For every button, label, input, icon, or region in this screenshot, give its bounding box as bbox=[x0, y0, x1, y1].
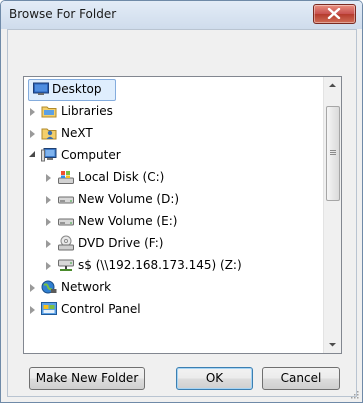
dvd-drive-icon bbox=[58, 235, 74, 251]
expand-arrow-icon[interactable] bbox=[30, 306, 35, 314]
libraries-folder-icon bbox=[41, 106, 57, 118]
expand-arrow-icon[interactable] bbox=[30, 108, 35, 116]
drive-icon bbox=[58, 196, 74, 204]
tree-item-next[interactable]: NeXT bbox=[24, 122, 324, 144]
tree-item-new-volume-d[interactable]: New Volume (D:) bbox=[24, 188, 324, 210]
close-button[interactable] bbox=[313, 4, 356, 24]
network-drive-icon bbox=[58, 259, 74, 271]
folder-tree[interactable]: Desktop Libraries NeXT Computer Local Di… bbox=[23, 76, 342, 354]
expand-arrow-icon[interactable] bbox=[30, 130, 35, 138]
tree-item-desktop[interactable]: Desktop bbox=[24, 78, 324, 101]
chevron-up-icon bbox=[329, 83, 336, 87]
tree-item-label: NeXT bbox=[61, 126, 93, 140]
tree-item-label: New Volume (D:) bbox=[78, 192, 180, 206]
tree-item-label: Computer bbox=[61, 148, 121, 162]
grip-line bbox=[330, 150, 336, 151]
browse-for-folder-dialog: Browse For Folder Desktop Libraries NeXT… bbox=[0, 0, 363, 403]
network-icon bbox=[41, 280, 57, 294]
tree-item-local-disk-c[interactable]: Local Disk (C:) bbox=[24, 166, 324, 188]
chevron-down-icon bbox=[329, 343, 336, 347]
local-disk-icon bbox=[58, 171, 74, 184]
tree-item-libraries[interactable]: Libraries bbox=[24, 100, 324, 122]
tree-item-dvd-drive-f[interactable]: DVD Drive (F:) bbox=[24, 232, 324, 254]
tree-item-label: Desktop bbox=[52, 82, 102, 96]
expand-arrow-icon[interactable] bbox=[46, 218, 51, 226]
user-folder-icon bbox=[41, 128, 57, 140]
tree-item-label: Local Disk (C:) bbox=[78, 170, 165, 184]
ok-button[interactable]: OK bbox=[176, 367, 253, 390]
close-icon bbox=[327, 8, 341, 19]
expand-arrow-icon[interactable] bbox=[46, 174, 51, 182]
tree-item-label: New Volume (E:) bbox=[78, 214, 178, 228]
tree-item-label: s$ (\\192.168.173.145) (Z:) bbox=[78, 258, 242, 272]
make-new-folder-button[interactable]: Make New Folder bbox=[29, 367, 145, 390]
tree-item-control-panel[interactable]: Control Panel bbox=[24, 298, 324, 320]
control-panel-icon bbox=[41, 302, 57, 315]
vertical-scrollbar[interactable] bbox=[323, 77, 341, 353]
cancel-button[interactable]: Cancel bbox=[262, 367, 340, 390]
collapse-arrow-icon[interactable] bbox=[29, 151, 35, 157]
tree-item-network[interactable]: Network bbox=[24, 276, 324, 298]
tree-item-label: Network bbox=[61, 280, 112, 294]
tree-item-label: Control Panel bbox=[61, 302, 141, 316]
computer-icon bbox=[41, 148, 57, 162]
expand-arrow-icon[interactable] bbox=[30, 284, 35, 292]
scroll-up-button[interactable] bbox=[325, 77, 340, 94]
tree-item-new-volume-e[interactable]: New Volume (E:) bbox=[24, 210, 324, 232]
tree-item-label: Libraries bbox=[61, 104, 113, 118]
title-bar: Browse For Folder bbox=[1, 1, 362, 29]
drive-icon bbox=[58, 218, 74, 226]
grip-line bbox=[330, 154, 336, 155]
grip-line bbox=[330, 152, 336, 153]
resize-grip-icon[interactable] bbox=[349, 389, 359, 399]
tree-item-computer[interactable]: Computer bbox=[24, 144, 324, 166]
desktop-icon bbox=[33, 82, 49, 95]
expand-arrow-icon[interactable] bbox=[46, 196, 51, 204]
window-title: Browse For Folder bbox=[9, 7, 117, 21]
scroll-down-button[interactable] bbox=[325, 336, 340, 353]
expand-arrow-icon[interactable] bbox=[46, 240, 51, 248]
tree-item-network-drive-z[interactable]: s$ (\\192.168.173.145) (Z:) bbox=[24, 254, 324, 276]
expand-arrow-icon[interactable] bbox=[46, 262, 51, 270]
scrollbar-thumb[interactable] bbox=[326, 106, 340, 201]
tree-item-label: DVD Drive (F:) bbox=[78, 236, 164, 250]
